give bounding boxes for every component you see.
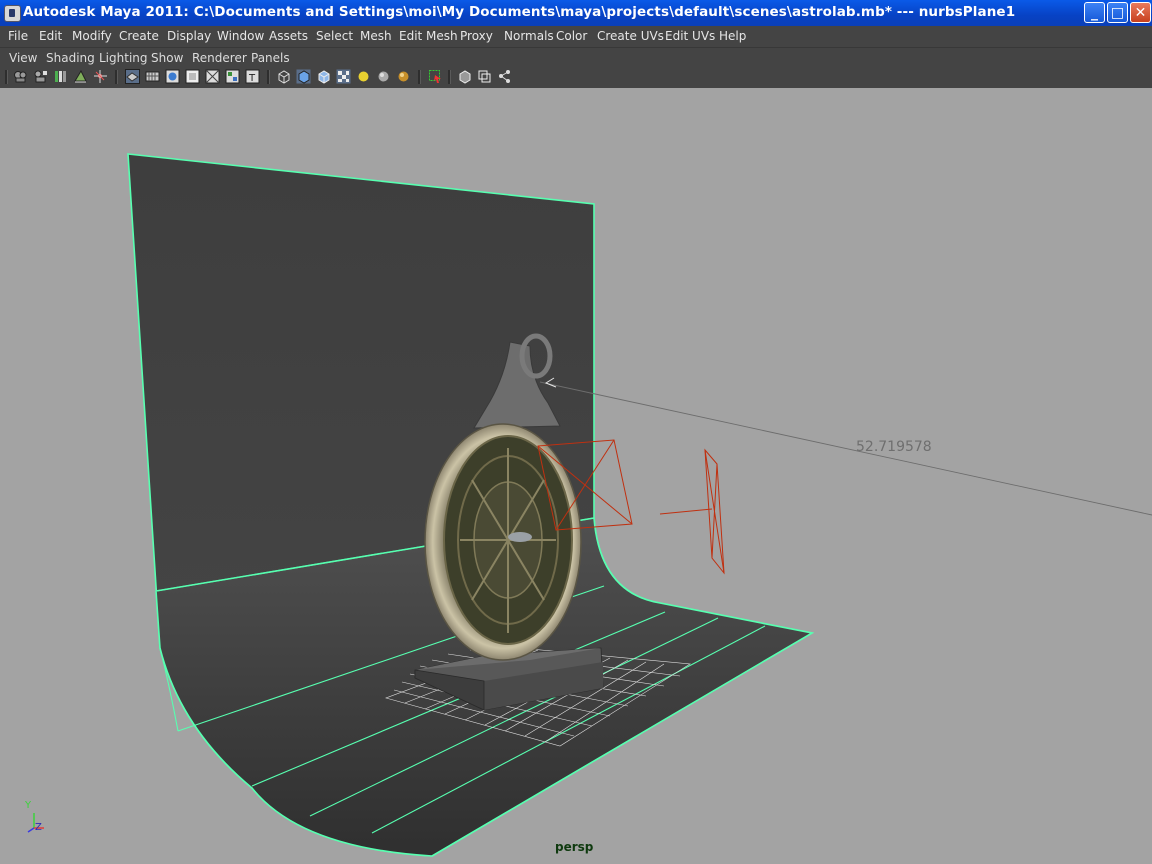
isolate-select-icon[interactable]: [428, 69, 443, 84]
panel-menu-renderer[interactable]: Renderer: [192, 51, 247, 65]
menu-create[interactable]: Create: [119, 29, 159, 43]
menu-edit-mesh[interactable]: Edit Mesh: [399, 29, 458, 43]
toolbar-separator: [418, 70, 421, 84]
textured-icon[interactable]: [336, 69, 351, 84]
axis-y-label: Y: [25, 800, 32, 811]
grease-pencil-icon[interactable]: [125, 69, 140, 84]
menu-select[interactable]: Select: [316, 29, 353, 43]
safe-action-icon[interactable]: T: [245, 69, 260, 84]
maya-app-icon[interactable]: [4, 5, 21, 22]
toolbar-separator: [267, 70, 270, 84]
maximize-button[interactable]: □: [1107, 2, 1128, 23]
menu-file[interactable]: File: [8, 29, 28, 43]
window-title: Autodesk Maya 2011: C:\Documents and Set…: [23, 4, 1016, 20]
axis-gizmo: Y Z: [22, 800, 52, 836]
wireframe-on-shaded-icon[interactable]: [316, 69, 331, 84]
toolbar-separator: [115, 70, 118, 84]
smooth-shade-icon[interactable]: [296, 69, 311, 84]
field-chart-icon[interactable]: [225, 69, 240, 84]
gate-mask-icon[interactable]: [205, 69, 220, 84]
menu-modify[interactable]: Modify: [72, 29, 112, 43]
scene-canvas[interactable]: [0, 88, 1152, 864]
menu-window[interactable]: Window: [217, 29, 264, 43]
menu-proxy[interactable]: Proxy: [460, 29, 493, 43]
backface-icon[interactable]: [497, 69, 512, 84]
title-bar: Autodesk Maya 2011: C:\Documents and Set…: [0, 0, 1152, 26]
close-button[interactable]: ✕: [1130, 2, 1151, 23]
toolbar-separator: [448, 70, 451, 84]
use-all-lights-icon[interactable]: [356, 69, 371, 84]
menu-display[interactable]: Display: [167, 29, 211, 43]
high-quality-icon[interactable]: [396, 69, 411, 84]
panel-menu-panels[interactable]: Panels: [251, 51, 290, 65]
xray-joints-icon[interactable]: [477, 69, 492, 84]
panel-menu-bar: View Shading Lighting Show Renderer Pane…: [0, 47, 1152, 68]
distance-readout: 52.719578: [856, 439, 932, 455]
main-menu-bar: File Edit Modify Create Display Window A…: [0, 26, 1152, 46]
panel-toolbar: T: [0, 67, 1152, 89]
panel-menu-shading[interactable]: Shading: [46, 51, 95, 65]
maya-window: Autodesk Maya 2011: C:\Documents and Set…: [0, 0, 1152, 864]
camera-aim-line: [539, 377, 1152, 516]
film-gate-icon[interactable]: [165, 69, 180, 84]
camera-attributes-icon[interactable]: [33, 69, 48, 84]
minimize-button[interactable]: _: [1084, 2, 1105, 23]
bookmarks-icon[interactable]: [53, 69, 68, 84]
panel-menu-view[interactable]: View: [9, 51, 37, 65]
camera-name-label: persp: [555, 840, 594, 854]
svg-text:T: T: [248, 73, 256, 84]
menu-assets[interactable]: Assets: [269, 29, 308, 43]
2d-pan-icon[interactable]: [93, 69, 108, 84]
image-plane-icon[interactable]: [73, 69, 88, 84]
panel-menu-lighting[interactable]: Lighting: [99, 51, 148, 65]
menu-help[interactable]: Help: [719, 29, 746, 43]
toolbar-separator: [5, 70, 8, 84]
menu-edit[interactable]: Edit: [39, 29, 62, 43]
menu-color[interactable]: Color: [556, 29, 587, 43]
camera-icon[interactable]: [13, 69, 28, 84]
menu-mesh[interactable]: Mesh: [360, 29, 392, 43]
grid-icon[interactable]: [145, 69, 160, 84]
menu-create-uvs[interactable]: Create UVs: [597, 29, 664, 43]
xray-icon[interactable]: [457, 69, 472, 84]
menu-normals[interactable]: Normals: [504, 29, 554, 43]
perspective-viewport[interactable]: 52.719578 Y Z persp: [0, 88, 1152, 864]
wireframe-icon[interactable]: [276, 69, 291, 84]
menu-edit-uvs[interactable]: Edit UVs: [665, 29, 715, 43]
shadows-icon[interactable]: [376, 69, 391, 84]
resolution-gate-icon[interactable]: [185, 69, 200, 84]
panel-menu-show[interactable]: Show: [151, 51, 183, 65]
axis-z-label: Z: [35, 822, 42, 833]
